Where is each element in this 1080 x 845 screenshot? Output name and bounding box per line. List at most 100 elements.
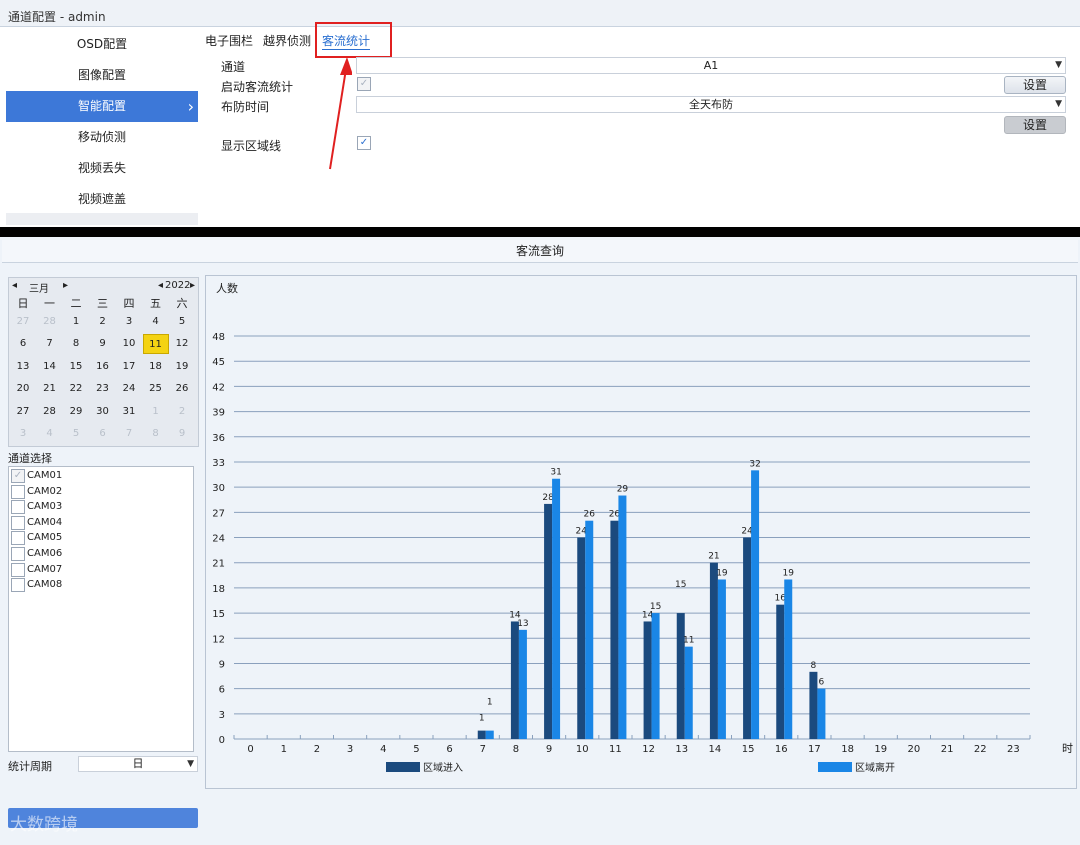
counting-settings-button[interactable]: 设置 <box>1004 76 1066 94</box>
calendar-day[interactable]: 24 <box>116 379 142 399</box>
y-tick-label: 15 <box>212 609 225 620</box>
period-label: 统计周期 <box>8 760 52 773</box>
data-label: 1 <box>479 714 485 724</box>
calendar-day[interactable]: 8 <box>63 334 89 354</box>
x-tick-label: 22 <box>974 744 987 755</box>
next-month-icon[interactable]: ▸ <box>63 280 68 291</box>
bar-leave <box>618 495 627 739</box>
channel-label: 通道 <box>221 60 246 74</box>
calendar-day[interactable]: 23 <box>90 379 116 399</box>
calendar-day[interactable]: 10 <box>116 334 142 354</box>
channel-checkbox[interactable]: ✓ <box>11 469 25 483</box>
calendar-weekday: 一 <box>44 297 55 310</box>
calendar-day[interactable]: 2 <box>90 312 116 332</box>
calendar-day[interactable]: 9 <box>169 424 195 444</box>
data-label: 19 <box>783 568 795 578</box>
calendar-day[interactable]: 17 <box>116 357 142 377</box>
calendar-day[interactable]: 4 <box>143 312 169 332</box>
schedule-settings-button[interactable]: 设置 <box>1004 116 1066 134</box>
calendar-day[interactable]: 30 <box>90 402 116 422</box>
calendar-day[interactable]: 4 <box>37 424 63 444</box>
channel-checkbox[interactable] <box>11 500 25 515</box>
sidebar-item[interactable]: 移动侦测 <box>6 122 198 153</box>
calendar-day[interactable]: 7 <box>37 334 63 354</box>
period-select[interactable]: 日 ▼ <box>78 756 198 772</box>
y-tick-label: 6 <box>219 685 225 696</box>
calendar-day[interactable]: 20 <box>10 379 36 399</box>
calendar-day[interactable]: 22 <box>63 379 89 399</box>
x-tick-label: 15 <box>742 744 755 755</box>
calendar-day[interactable]: 25 <box>143 379 169 399</box>
calendar-day[interactable]: 3 <box>116 312 142 332</box>
calendar-day[interactable]: 19 <box>169 357 195 377</box>
enable-counting-checkbox[interactable]: ✓ <box>357 77 371 91</box>
calendar-day[interactable]: 8 <box>143 424 169 444</box>
channel-checkbox[interactable] <box>11 547 25 561</box>
x-tick-label: 13 <box>675 744 688 755</box>
calendar-day[interactable]: 27 <box>10 312 36 332</box>
y-tick-label: 27 <box>212 508 225 519</box>
calendar-day[interactable]: 15 <box>63 357 89 377</box>
bar-enter <box>477 730 486 739</box>
prev-year-icon[interactable]: ◂ <box>158 280 163 291</box>
calendar-day[interactable]: 13 <box>10 357 36 377</box>
calendar-day[interactable]: 3 <box>10 424 36 444</box>
sidebar-item[interactable]: 智能配置 › <box>6 91 198 122</box>
calendar-day[interactable]: 2 <box>169 402 195 422</box>
calendar-day[interactable]: 27 <box>10 402 36 422</box>
channel-checkbox[interactable] <box>11 484 25 499</box>
sidebar-item[interactable]: 视频丢失 <box>6 153 198 184</box>
chevron-down-icon: ▼ <box>1055 60 1062 70</box>
show-region-line-label: 显示区域线 <box>221 139 282 153</box>
legend-label: 区域离开 <box>855 761 895 774</box>
calendar-day[interactable]: 14 <box>37 357 63 377</box>
sidebar-item[interactable]: 视频遮盖 <box>6 184 198 215</box>
calendar-day[interactable]: 6 <box>90 424 116 444</box>
next-year-icon[interactable]: ▸ <box>190 280 195 291</box>
sidebar-item[interactable]: OSD配置 <box>6 29 198 60</box>
tab-line-crossing[interactable]: 越界侦测 <box>263 32 311 49</box>
calendar-day[interactable]: 5 <box>169 312 195 332</box>
watermark-text: 大数跨境 <box>10 815 78 835</box>
calendar-day[interactable]: 7 <box>116 424 142 444</box>
calendar-day[interactable]: 12 <box>169 334 195 354</box>
x-tick-label: 17 <box>808 744 821 755</box>
x-tick-label: 2 <box>314 744 320 755</box>
tab-electronic-fence[interactable]: 电子围栏 <box>205 32 253 49</box>
sidebar-item[interactable]: 图像配置 <box>6 60 198 91</box>
prev-month-icon[interactable]: ◂ <box>12 280 17 291</box>
calendar-day[interactable]: 1 <box>63 312 89 332</box>
chevron-down-icon: ▼ <box>187 759 194 769</box>
calendar-day[interactable]: 18 <box>143 357 169 377</box>
bar-enter <box>743 537 752 739</box>
channel-checkbox[interactable] <box>11 531 25 546</box>
calendar-day[interactable]: 1 <box>143 402 169 422</box>
calendar-day[interactable]: 21 <box>37 379 63 399</box>
calendar-day[interactable]: 31 <box>116 402 142 422</box>
channel-select[interactable]: A1 ▼ <box>356 57 1066 74</box>
calendar-day[interactable]: 29 <box>63 402 89 422</box>
data-label: 19 <box>716 568 728 578</box>
bar-enter <box>676 613 685 739</box>
calendar-day[interactable]: 5 <box>63 424 89 444</box>
bar-leave <box>751 470 760 739</box>
channel-checkbox[interactable] <box>11 562 25 577</box>
channel-list: ✓ CAM01 CAM02 CAM03 CAM04 CAM05 CAM06 CAM07 CAM0… <box>8 466 194 752</box>
x-tick-label: 21 <box>941 744 954 755</box>
calendar-weekday: 四 <box>123 297 135 310</box>
calendar-day[interactable]: 26 <box>169 379 195 399</box>
calendar-day[interactable]: 6 <box>10 334 36 354</box>
calendar-day[interactable]: 9 <box>90 334 116 354</box>
show-region-line-checkbox[interactable]: ✓ <box>357 136 371 150</box>
calendar-day[interactable]: 16 <box>90 357 116 377</box>
x-tick-label: 14 <box>709 744 722 755</box>
chevron-down-icon: ▼ <box>1055 99 1062 109</box>
calendar-day-selected[interactable]: 11 <box>142 334 169 355</box>
channel-checkbox[interactable] <box>11 515 25 530</box>
calendar-day[interactable]: 28 <box>37 402 63 422</box>
calendar-day[interactable]: 28 <box>37 312 63 332</box>
bar-enter <box>610 520 619 739</box>
channel-checkbox[interactable] <box>11 578 25 593</box>
x-tick-label: 1 <box>281 744 287 755</box>
schedule-select[interactable]: 全天布防 ▼ <box>356 96 1066 113</box>
